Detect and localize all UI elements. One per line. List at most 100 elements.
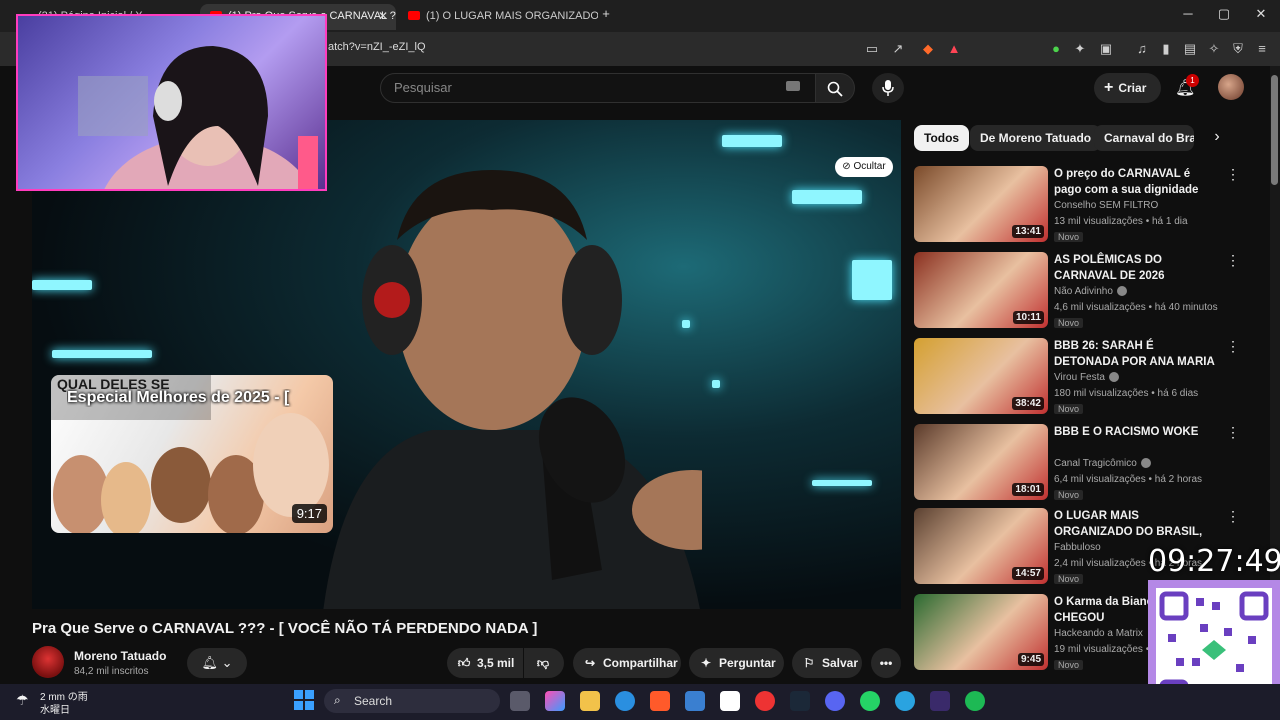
tab-gramado[interactable]: (1) O LUGAR MAIS ORGANIZADO DO bbox=[398, 4, 598, 30]
cast-icon[interactable]: ▭ bbox=[864, 41, 880, 57]
share-button[interactable]: ↪ Compartilhar bbox=[573, 648, 681, 678]
video-thumbnail[interactable]: 9:45 bbox=[914, 594, 1048, 670]
obs-icon[interactable] bbox=[755, 691, 775, 711]
spotify-icon[interactable] bbox=[965, 691, 985, 711]
tab-label: (1) O LUGAR MAIS ORGANIZADO DO bbox=[426, 10, 598, 22]
telegram-icon[interactable] bbox=[895, 691, 915, 711]
mic-icon bbox=[882, 80, 894, 96]
taskbar-search[interactable]: Search bbox=[324, 689, 500, 713]
menu-icon[interactable]: ≡ bbox=[1254, 41, 1270, 57]
more-vertical-icon[interactable]: ⋮ bbox=[1226, 424, 1240, 441]
recommended-video[interactable]: 18:01 BBB E O RACISMO WOKE Canal Tragicômi… bbox=[914, 424, 1254, 504]
channel-name[interactable]: Não Adivinho bbox=[1054, 286, 1127, 297]
ask-label: Perguntar bbox=[719, 656, 776, 670]
music-icon[interactable]: ♫ bbox=[1134, 41, 1150, 57]
recommended-video[interactable]: 13:41 O preço do CARNAVAL é pago com a su… bbox=[914, 166, 1254, 246]
channel-name[interactable]: Moreno Tatuado bbox=[74, 649, 166, 663]
recommended-video[interactable]: 10:11 AS POLÊMICAS DO CARNAVAL DE 2026 Não… bbox=[914, 252, 1254, 332]
search-input[interactable]: Pesquisar bbox=[380, 73, 816, 103]
more-actions-button[interactable]: ••• bbox=[871, 648, 901, 678]
channel-name[interactable]: Fabbuloso bbox=[1054, 542, 1101, 553]
channel-avatar[interactable] bbox=[32, 646, 64, 678]
channel-name[interactable]: Virou Festa bbox=[1054, 372, 1119, 383]
keyboard-icon[interactable] bbox=[786, 81, 800, 91]
vpn-status-icon[interactable]: ● bbox=[1048, 41, 1064, 57]
voice-search-button[interactable] bbox=[872, 73, 904, 103]
like-button[interactable]: 👍︎ 3,5 mil bbox=[447, 648, 523, 678]
app-icon[interactable] bbox=[930, 691, 950, 711]
copilot-icon[interactable] bbox=[545, 691, 565, 711]
server-light bbox=[712, 380, 720, 388]
more-vertical-icon[interactable]: ⋮ bbox=[1226, 338, 1240, 355]
save-button[interactable]: ⚐ Salvar bbox=[792, 648, 862, 678]
share-label: Compartilhar bbox=[603, 656, 678, 670]
close-window-button[interactable]: ✕ bbox=[1251, 6, 1271, 22]
dislike-button[interactable]: 👎︎ bbox=[524, 648, 564, 678]
wallet-icon[interactable]: ▤ bbox=[1182, 41, 1198, 57]
brave-icon[interactable] bbox=[650, 691, 670, 711]
new-tab-button[interactable]: + bbox=[596, 6, 616, 21]
sidebar-icon[interactable]: ▣ bbox=[1098, 41, 1114, 57]
video-thumbnail[interactable]: 38:42 bbox=[914, 338, 1048, 414]
recommended-video[interactable]: 38:42 BBB 26: SARAH É DETONADA POR ANA MA… bbox=[914, 338, 1254, 418]
video-thumbnail[interactable]: 14:57 bbox=[914, 508, 1048, 584]
chip-carnaval[interactable]: Carnaval do Brasil bbox=[1094, 125, 1194, 151]
chevron-right-icon[interactable]: › bbox=[1208, 128, 1226, 148]
video-thumbnail[interactable]: 10:11 bbox=[914, 252, 1048, 328]
extensions-icon[interactable]: ✦ bbox=[1072, 41, 1088, 57]
notifications-badge: 1 bbox=[1186, 74, 1199, 87]
create-button[interactable]: + Criar bbox=[1094, 73, 1161, 103]
windows-taskbar bbox=[0, 684, 1280, 720]
more-vertical-icon[interactable]: ⋮ bbox=[1226, 166, 1240, 183]
video-player[interactable] bbox=[32, 120, 901, 609]
notion-icon[interactable] bbox=[720, 691, 740, 711]
chip-all[interactable]: Todos bbox=[914, 125, 970, 151]
close-tab-icon[interactable]: ✕ bbox=[378, 4, 388, 28]
channel-name[interactable]: Canal Tragicômico bbox=[1054, 458, 1151, 469]
whatsapp-icon[interactable] bbox=[860, 691, 880, 711]
hide-overlay-button[interactable]: ⊘ Ocultar bbox=[835, 157, 893, 177]
vpn-icon[interactable]: ⛨ bbox=[1230, 41, 1246, 57]
more-vertical-icon[interactable]: ⋮ bbox=[1226, 252, 1240, 269]
endscreen-video-card[interactable]: QUAL DELES SE Especial Melhores de 2025 … bbox=[51, 375, 333, 533]
task-view-icon[interactable] bbox=[510, 691, 530, 711]
search-button[interactable] bbox=[815, 73, 855, 103]
video-title[interactable]: O preço do CARNAVAL é pago com a sua dig… bbox=[1054, 166, 1219, 198]
brave-rewards-icon[interactable]: ▲ bbox=[946, 41, 962, 57]
url-field[interactable]: atch?v=nZI_-eZI_lQ bbox=[328, 41, 426, 53]
discord-icon[interactable] bbox=[825, 691, 845, 711]
new-badge: Novo bbox=[1054, 404, 1084, 414]
more-vertical-icon[interactable]: ⋮ bbox=[1226, 508, 1240, 525]
reading-list-icon[interactable]: ▮ bbox=[1158, 41, 1174, 57]
store-icon[interactable] bbox=[685, 691, 705, 711]
subscription-bell-button[interactable]: 🔔︎ ⌄ bbox=[187, 648, 247, 678]
save-label: Salvar bbox=[822, 656, 859, 670]
channel-name[interactable]: Conselho SEM FILTRO bbox=[1054, 200, 1158, 211]
scrollbar-thumb[interactable] bbox=[1271, 75, 1278, 185]
chevron-down-icon: ⌄ bbox=[221, 655, 233, 670]
weather-icon[interactable]: ☂ bbox=[16, 692, 29, 709]
video-thumbnail[interactable]: 18:01 bbox=[914, 424, 1048, 500]
account-avatar[interactable] bbox=[1218, 74, 1244, 100]
file-explorer-icon[interactable] bbox=[580, 691, 600, 711]
maximize-button[interactable]: ▢ bbox=[1214, 6, 1234, 22]
channel-name[interactable]: Hackeando a Matrix bbox=[1054, 628, 1143, 639]
plus-icon: + bbox=[1104, 79, 1114, 96]
ask-button[interactable]: ✦ Perguntar bbox=[689, 648, 784, 678]
video-meta: 4,6 mil visualizações • há 40 minutos bbox=[1054, 302, 1218, 313]
video-thumbnail[interactable]: 13:41 bbox=[914, 166, 1048, 242]
more-horizontal-icon: ••• bbox=[879, 656, 893, 670]
share-icon[interactable]: ↗ bbox=[890, 41, 906, 57]
brave-shields-icon[interactable]: ◆ bbox=[920, 41, 936, 57]
edge-icon[interactable] bbox=[615, 691, 635, 711]
bookmark-icon: ⚐ bbox=[803, 656, 815, 670]
windows-start-icon[interactable] bbox=[294, 690, 314, 710]
video-title[interactable]: BBB E O RACISMO WOKE bbox=[1054, 424, 1219, 440]
video-title[interactable]: O LUGAR MAIS ORGANIZADO DO BRASIL, GRAMA… bbox=[1054, 508, 1219, 540]
video-title[interactable]: AS POLÊMICAS DO CARNAVAL DE 2026 bbox=[1054, 252, 1219, 284]
minimize-button[interactable]: ─ bbox=[1178, 6, 1198, 21]
steam-icon[interactable] bbox=[790, 691, 810, 711]
video-title[interactable]: BBB 26: SARAH É DETONADA POR ANA MARIA E… bbox=[1054, 338, 1219, 370]
chip-channel[interactable]: De Moreno Tatuado bbox=[970, 125, 1102, 151]
leo-ai-icon[interactable]: ✧ bbox=[1206, 41, 1222, 57]
